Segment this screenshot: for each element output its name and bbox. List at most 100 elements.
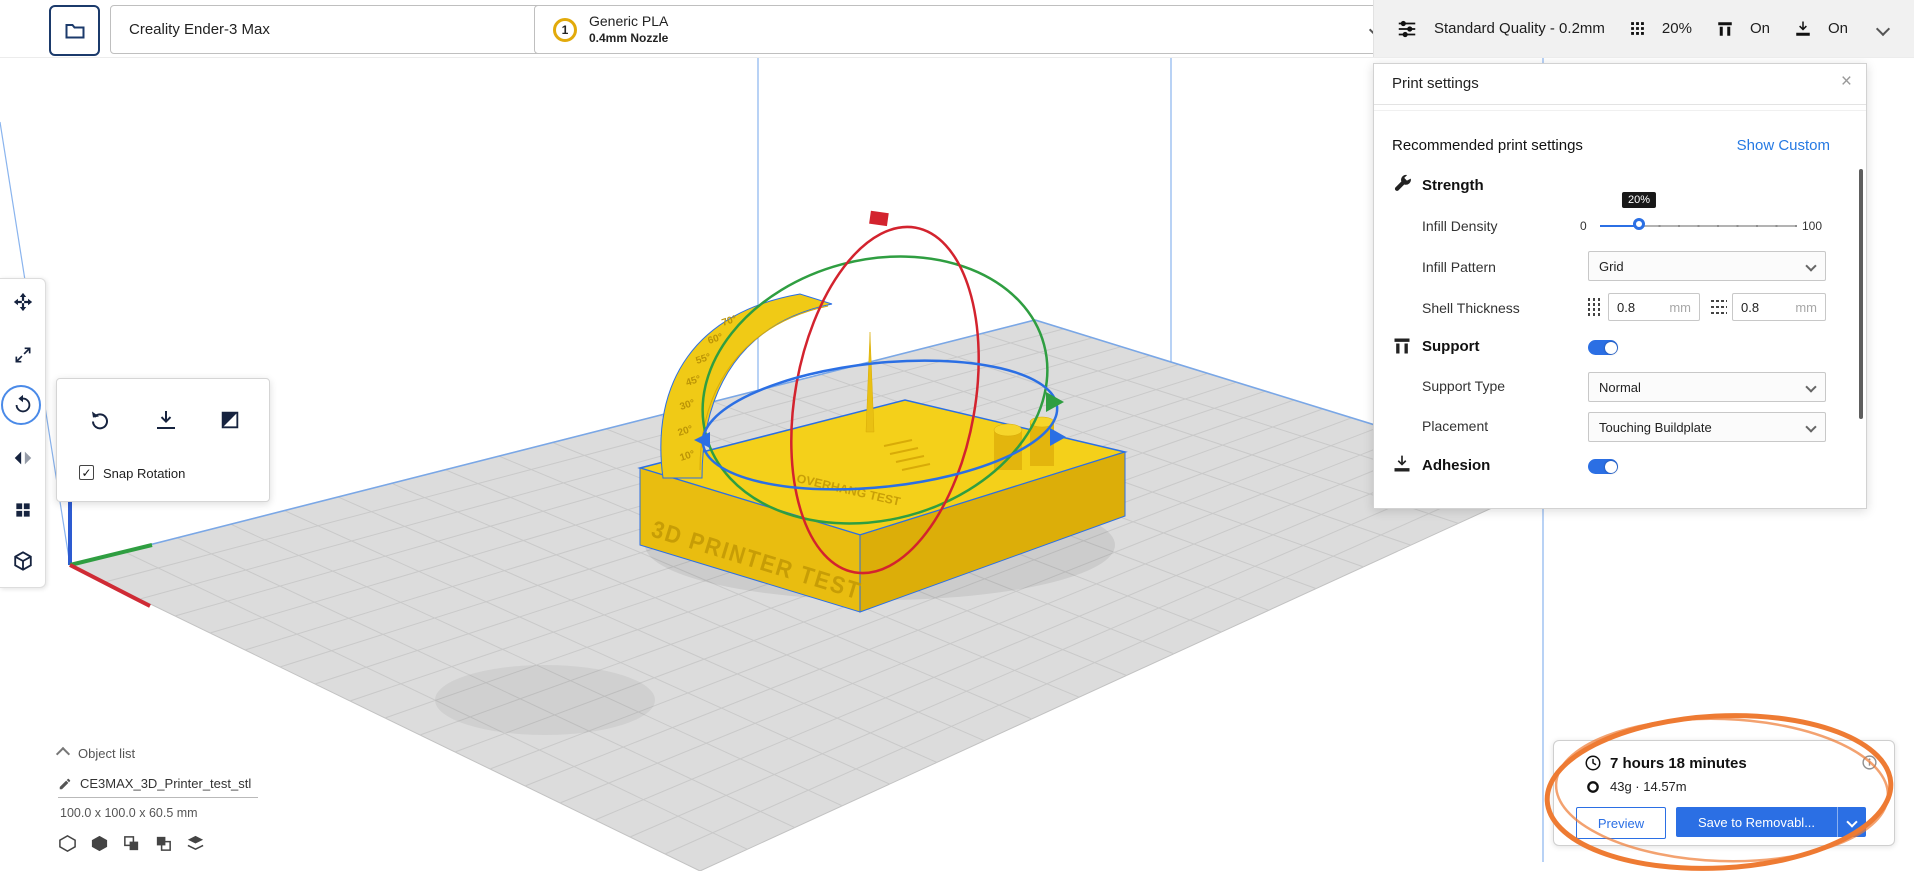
support-type-dropdown[interactable]: Normal — [1588, 372, 1826, 402]
support-type-label: Support Type — [1422, 378, 1506, 394]
info-icon[interactable] — [1861, 754, 1878, 771]
infill-min-label: 0 — [1580, 219, 1587, 233]
support-blocker-button[interactable] — [0, 543, 45, 579]
chevron-down-icon — [1805, 260, 1817, 272]
cube-outline-icon[interactable] — [58, 834, 77, 853]
lay-flat-button[interactable] — [149, 403, 183, 437]
wall-thickness-value: 0.8 — [1617, 299, 1636, 315]
panel-header: Print settings × — [1374, 64, 1866, 105]
infill-pattern-dropdown[interactable]: Grid — [1588, 251, 1826, 281]
rotate-tool-panel: ✓ Snap Rotation — [56, 378, 270, 502]
clock-icon — [1585, 755, 1601, 771]
wall-thickness-icon — [1588, 298, 1600, 316]
pencil-icon — [59, 778, 71, 789]
panel-scrollbar[interactable] — [1859, 169, 1863, 419]
select-face-icon — [221, 411, 239, 429]
folder-icon — [65, 23, 84, 38]
top-bottom-thickness-input[interactable]: 0.8 mm — [1732, 293, 1826, 321]
overlap-front-icon[interactable] — [122, 834, 141, 853]
profile-label: Standard Quality - 0.2mm — [1434, 20, 1605, 37]
gizmo-red-handle[interactable] — [869, 210, 889, 227]
scale-icon — [15, 347, 30, 363]
scale-tool-button[interactable] — [0, 337, 45, 373]
material-usage: 43g · 14.57m — [1610, 779, 1687, 794]
overlap-back-icon[interactable] — [154, 834, 173, 853]
model-shadow-2 — [435, 665, 655, 735]
object-list-title: Object list — [78, 746, 136, 761]
top-bottom-thickness-value: 0.8 — [1741, 299, 1760, 315]
infill-density-label: Infill Density — [1422, 218, 1498, 234]
save-to-removable-button[interactable]: Save to Removabl... — [1676, 807, 1866, 837]
object-item-name: CE3MAX_3D_Printer_test_stl — [80, 776, 252, 791]
per-model-settings-icon — [15, 503, 30, 517]
snap-rotation-checkbox[interactable]: ✓ — [79, 465, 94, 480]
recommended-label: Recommended print settings — [1392, 137, 1583, 154]
preview-button[interactable]: Preview — [1576, 807, 1666, 839]
object-dimensions: 100.0 x 100.0 x 60.5 mm — [60, 806, 198, 820]
top-bottom-thickness-icon — [1711, 300, 1727, 314]
chevron-up-icon — [55, 746, 71, 761]
object-list-item[interactable]: CE3MAX_3D_Printer_test_stl — [58, 776, 258, 798]
show-custom-link[interactable]: Show Custom — [1737, 137, 1830, 154]
placement-value: Touching Buildplate — [1599, 419, 1712, 435]
open-file-button[interactable] — [49, 5, 100, 56]
placement-dropdown[interactable]: Touching Buildplate — [1588, 412, 1826, 442]
reset-rotation-button[interactable] — [83, 403, 117, 437]
placement-label: Placement — [1422, 418, 1489, 434]
infill-density-slider[interactable]: 20% — [1600, 192, 1797, 238]
mirror-icon — [14, 451, 31, 465]
strength-icon — [1394, 174, 1411, 191]
support-summary-value: On — [1749, 20, 1770, 37]
printer-name: Creality Ender-3 Max — [129, 21, 270, 38]
top-bar: Creality Ender-3 Max 1 Generic PLA 0.4mm… — [0, 0, 1914, 58]
wall-thickness-unit: mm — [1669, 299, 1691, 315]
lay-flat-icon — [157, 411, 175, 429]
select-face-button[interactable] — [213, 403, 247, 437]
strength-label: Strength — [1422, 177, 1484, 194]
printer-selector[interactable]: Creality Ender-3 Max — [110, 5, 572, 54]
infill-slider-tooltip: 20% — [1621, 192, 1657, 208]
infill-slider-handle[interactable] — [1633, 218, 1645, 230]
close-icon[interactable]: × — [1841, 71, 1852, 93]
print-settings-summary[interactable]: Standard Quality - 0.2mm 20% On On — [1373, 0, 1914, 57]
move-icon — [13, 292, 32, 312]
object-tools-row — [58, 834, 205, 853]
extruder-badge: 1 — [553, 17, 577, 42]
support-icon — [1718, 21, 1732, 36]
profile-icon — [1398, 20, 1416, 37]
nozzle-size: 0.4mm Nozzle — [589, 30, 669, 45]
support-blocker-icon — [13, 551, 32, 571]
rotate-icon — [15, 394, 30, 413]
reset-rotation-icon — [92, 411, 108, 430]
save-options-chevron[interactable] — [1837, 807, 1866, 837]
mirror-tool-button[interactable] — [0, 440, 45, 476]
wall-thickness-input[interactable]: 0.8 mm — [1608, 293, 1700, 321]
material-selector[interactable]: 1 Generic PLA 0.4mm Nozzle — [534, 5, 1400, 54]
print-time: 7 hours 18 minutes — [1610, 755, 1747, 772]
adhesion-toggle[interactable] — [1588, 459, 1618, 474]
chevron-down-icon — [1805, 381, 1817, 393]
panel-divider — [1374, 110, 1866, 111]
infill-icon — [1631, 22, 1644, 35]
cube-solid-icon[interactable] — [90, 834, 109, 853]
adhesion-summary-value: On — [1827, 20, 1848, 37]
rotate-tool-button[interactable] — [0, 387, 45, 423]
top-bottom-thickness-unit: mm — [1795, 299, 1817, 315]
adhesion-label: Adhesion — [1422, 457, 1491, 474]
object-list-header[interactable]: Object list — [55, 746, 136, 761]
snap-rotation-label: Snap Rotation — [103, 466, 186, 481]
move-tool-button[interactable] — [0, 284, 45, 320]
left-toolbar — [0, 278, 46, 588]
check-icon: ✓ — [81, 465, 92, 480]
chevron-down-icon[interactable] — [1875, 21, 1891, 36]
support-toggle[interactable] — [1588, 340, 1618, 355]
per-model-settings-button[interactable] — [0, 492, 45, 528]
cura-app-window: 3D PRINTER TEST OVERHANG TEST 10° 20° 30… — [0, 0, 1914, 871]
infill-summary-value: 20% — [1661, 20, 1692, 37]
shell-thickness-label: Shell Thickness — [1422, 300, 1520, 316]
panel-title: Print settings — [1392, 75, 1479, 92]
support-type-value: Normal — [1599, 379, 1641, 395]
adhesion-section-icon — [1394, 455, 1410, 472]
layers-icon[interactable] — [186, 834, 205, 853]
support-section-icon — [1394, 338, 1410, 354]
